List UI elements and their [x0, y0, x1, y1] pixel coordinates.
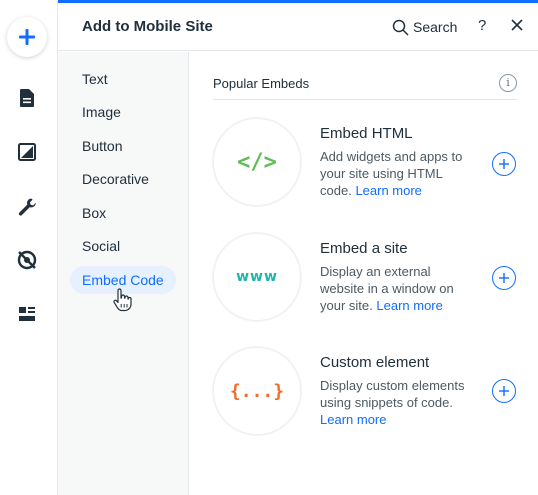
item-name: Embed a site — [320, 240, 408, 257]
plus-icon — [499, 386, 509, 396]
section-divider — [213, 99, 517, 100]
close-button[interactable] — [508, 16, 526, 34]
www-icon: www — [236, 269, 278, 285]
add-elements-button[interactable] — [7, 17, 47, 57]
category-button[interactable]: Button — [70, 132, 176, 160]
item-description: Display custom elements using snippets o… — [320, 378, 465, 427]
learn-more-link[interactable]: Learn more — [320, 412, 386, 427]
item-description: Add widgets and apps to your site using … — [320, 149, 463, 198]
add-panel: Add to Mobile Site Search ? Text Image B… — [58, 0, 538, 495]
embed-site-item[interactable]: www Embed a site Display an external web… — [213, 233, 523, 323]
category-image[interactable]: Image — [70, 98, 176, 126]
learn-more-link[interactable]: Learn more — [355, 183, 421, 198]
background-icon[interactable] — [15, 140, 39, 164]
panel-header: Add to Mobile Site Search ? — [58, 3, 538, 51]
category-box[interactable]: Box — [70, 199, 176, 227]
embed-html-thumbnail: </> — [213, 118, 301, 206]
left-rail — [0, 0, 58, 495]
embeds-content: Popular Embeds i </> Embed HTML Add widg… — [189, 52, 538, 495]
custom-element-thumbnail: {...} — [213, 347, 301, 435]
item-description: Display an external website in a window … — [320, 264, 454, 313]
add-icon — [19, 29, 35, 45]
plus-icon — [499, 273, 509, 283]
tools-icon[interactable] — [15, 195, 39, 219]
search-button[interactable]: Search — [392, 16, 457, 38]
page-icon[interactable] — [15, 86, 39, 110]
category-social[interactable]: Social — [70, 232, 176, 260]
help-button[interactable]: ? — [478, 17, 486, 34]
embed-site-thumbnail: www — [213, 233, 301, 321]
item-name: Custom element — [320, 354, 430, 371]
item-name: Embed HTML — [320, 125, 413, 142]
plus-icon — [499, 159, 509, 169]
category-list: Text Image Button Decorative Box Social … — [58, 52, 189, 495]
code-icon: </> — [237, 149, 277, 175]
category-decorative[interactable]: Decorative — [70, 165, 176, 193]
hidden-elements-icon[interactable] — [15, 248, 39, 272]
custom-element-item[interactable]: {...} Custom element Display custom elem… — [213, 347, 523, 437]
embed-html-item[interactable]: </> Embed HTML Add widgets and apps to y… — [213, 118, 523, 208]
close-icon — [511, 19, 523, 31]
hand-cursor-icon — [113, 288, 132, 312]
layout-icon[interactable] — [15, 302, 39, 326]
add-embed-html-button[interactable] — [492, 152, 516, 176]
add-embed-site-button[interactable] — [492, 266, 516, 290]
learn-more-link[interactable]: Learn more — [376, 298, 442, 313]
search-label: Search — [413, 19, 458, 35]
add-custom-element-button[interactable] — [492, 379, 516, 403]
category-text[interactable]: Text — [70, 65, 176, 93]
search-icon — [392, 19, 409, 36]
info-icon[interactable]: i — [499, 74, 517, 92]
braces-icon: {...} — [229, 380, 285, 402]
section-title: Popular Embeds — [213, 76, 310, 91]
panel-title: Add to Mobile Site — [82, 18, 213, 35]
